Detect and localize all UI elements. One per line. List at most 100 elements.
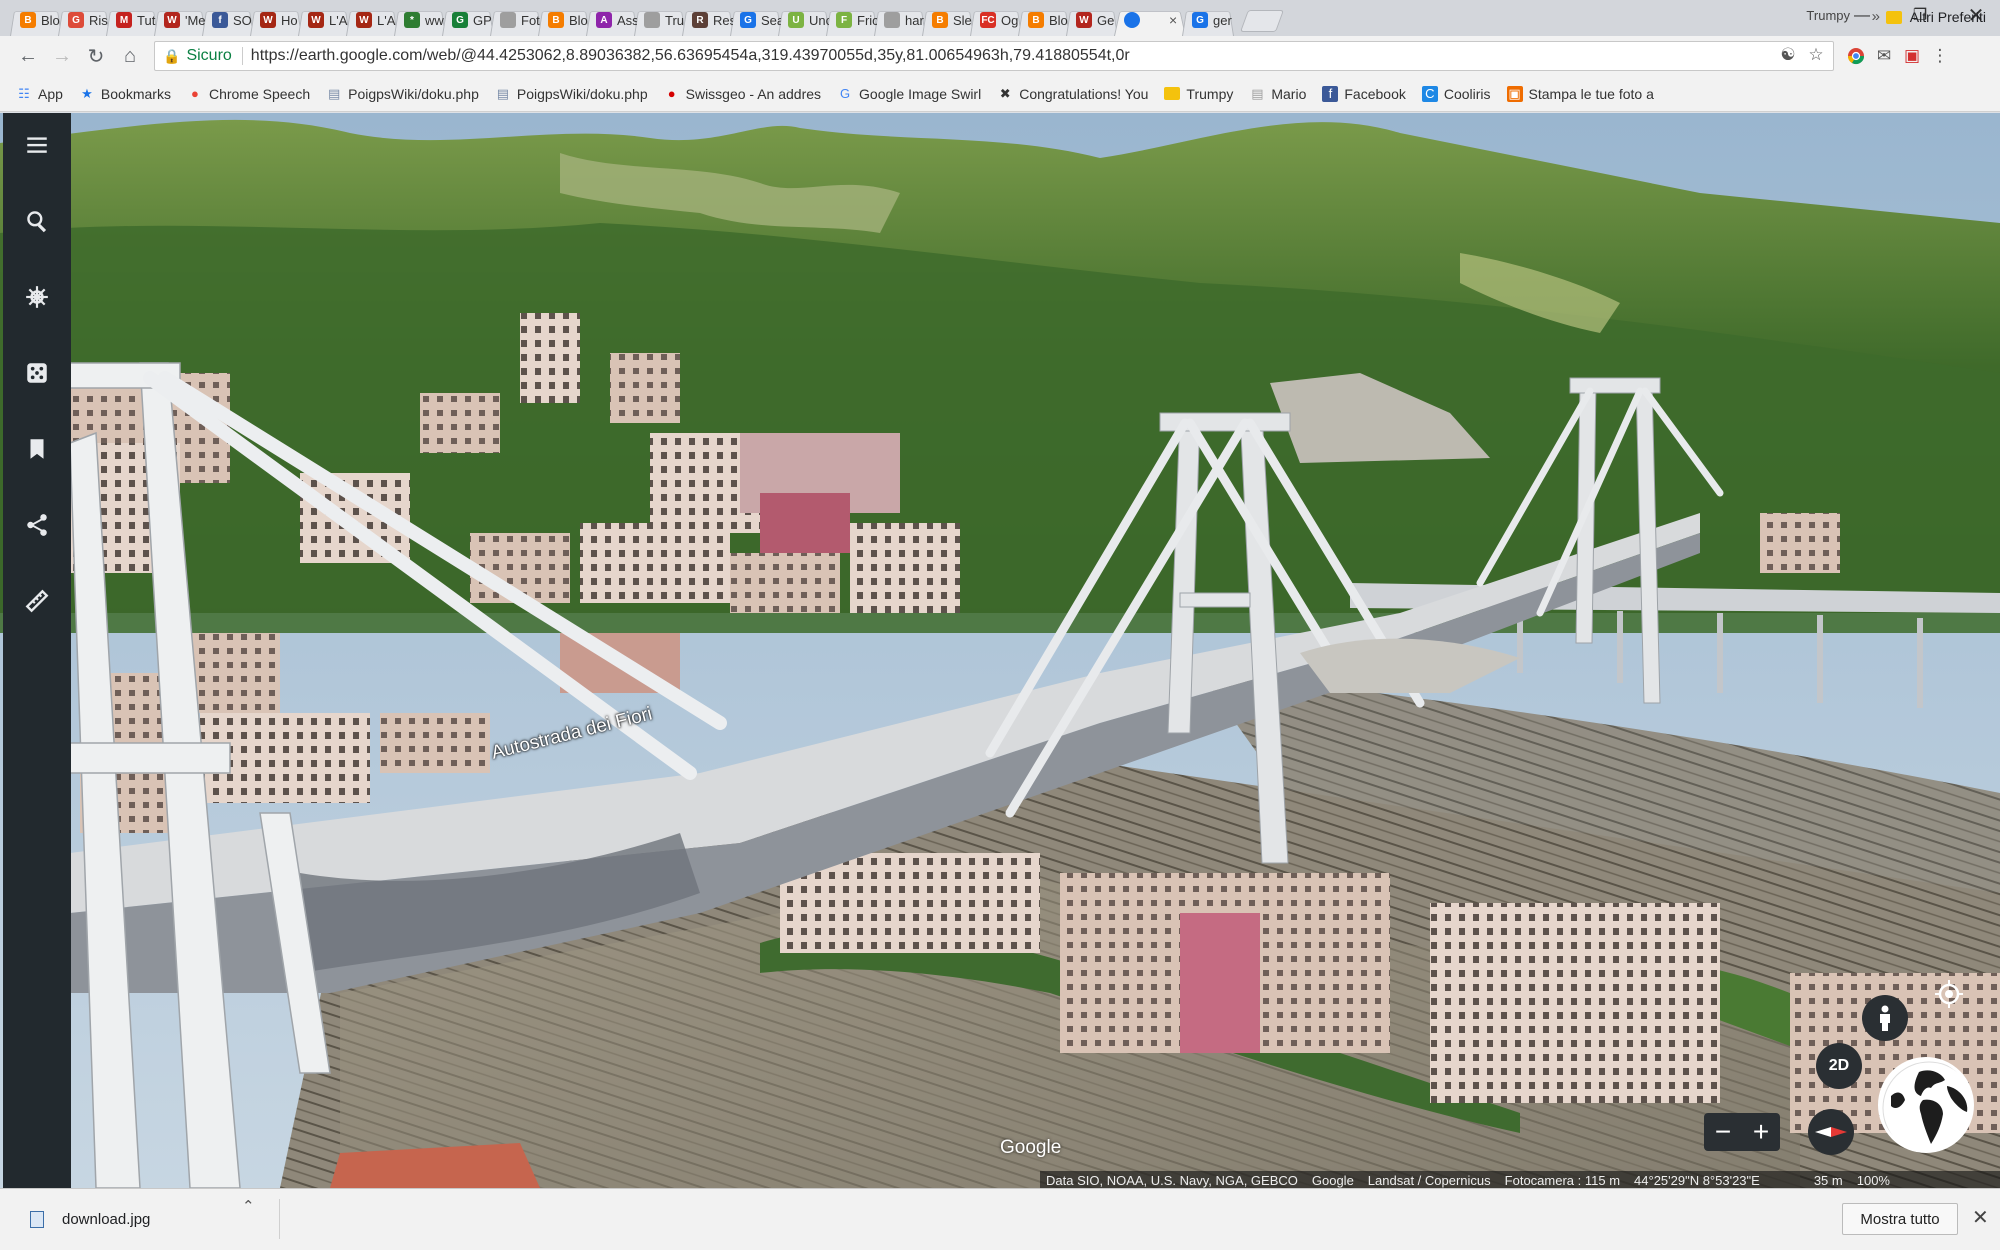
photo-icon: ▣ [1506, 85, 1523, 102]
download-shelf: download.jpg ⌃ Mostra tutto ✕ [0, 1188, 2000, 1250]
tab-title: Blo [1049, 12, 1068, 28]
url-text[interactable]: https://earth.google.com/web/@44.4253062… [251, 47, 1777, 65]
tab-title: Sea [761, 12, 781, 28]
tab-close-icon[interactable]: × [1169, 12, 1177, 28]
feeling-lucky-button[interactable] [3, 345, 71, 401]
bookmark-item[interactable]: ▤ Mario [1249, 86, 1306, 102]
arrow-left-icon: ← [18, 44, 38, 67]
tab[interactable]: F Fric [826, 4, 878, 36]
zoom-out-button[interactable]: − [1715, 1116, 1731, 1148]
extension-pocket-icon[interactable]: ▣ [1898, 42, 1926, 70]
tab[interactable]: W L'A [346, 4, 398, 36]
attribution-bar: Data SIO, NOAA, U.S. Navy, NGA, GEBCO Go… [1040, 1171, 2000, 1188]
home-button[interactable]: ⌂ [114, 40, 146, 72]
tab[interactable]: f SO [202, 4, 254, 36]
close-download-shelf-button[interactable]: ✕ [1972, 1205, 1989, 1230]
pegman-icon [1880, 1005, 1890, 1031]
show-all-downloads-button[interactable]: Mostra tutto [1842, 1203, 1958, 1235]
tab[interactable]: Tru [634, 4, 686, 36]
bookmark-item[interactable]: ☷ App [16, 86, 63, 102]
globe-minimap[interactable] [1878, 1057, 1974, 1153]
bookmark-item[interactable]: ▣ Stampa le tue foto a [1506, 85, 1654, 102]
tab[interactable]: W Ge [1066, 4, 1118, 36]
extension-mail-icon[interactable]: ✉ [1870, 42, 1898, 70]
browser-toolbar: ← → ↻ ⌂ 🔒 Sicuro https://earth.google.co… [0, 36, 2000, 76]
measure-button[interactable] [3, 573, 71, 629]
forward-button[interactable]: → [46, 40, 78, 72]
tab[interactable]: FC Og [970, 4, 1022, 36]
tab-favicon-icon [644, 12, 660, 28]
menu-button[interactable] [3, 117, 71, 173]
tab-title: Blo [41, 12, 60, 28]
tab[interactable]: G Sea [730, 4, 782, 36]
tab[interactable]: M Tut [106, 4, 158, 36]
chrome-menu-icon[interactable]: ⋮ [1926, 42, 1954, 70]
tab[interactable]: W L'A [298, 4, 350, 36]
tab[interactable]: har [874, 4, 926, 36]
bookmark-item[interactable]: ✖ Congratulations! You [997, 85, 1149, 102]
tab[interactable]: G Ris [58, 4, 110, 36]
bookmark-item[interactable]: G Google Image Swirl [837, 86, 981, 102]
bookmark-label: PoigpsWiki/doku.php [348, 85, 479, 102]
zoom-controls: − + [1704, 1113, 1780, 1151]
extension-chrome-icon[interactable] [1842, 42, 1870, 70]
facebook-icon: f [1322, 85, 1339, 102]
tab[interactable]: U Unc [778, 4, 830, 36]
my-location-button[interactable] [1926, 971, 1972, 1017]
cooliris-icon: C [1421, 85, 1438, 102]
bookmark-label: App [38, 85, 63, 102]
tab-title: 'Me [185, 12, 205, 28]
download-item[interactable]: download.jpg [0, 1199, 280, 1239]
bookmark-item[interactable]: Trumpy [1164, 86, 1233, 102]
bookmarks-overflow-icon[interactable]: » [1872, 8, 1880, 25]
zoom-in-button[interactable]: + [1753, 1116, 1769, 1148]
tab[interactable]: G GP [442, 4, 494, 36]
other-bookmarks[interactable]: Altri Preferiti [1885, 9, 1986, 25]
bookmark-label: PoigpsWiki/doku.php [516, 85, 648, 102]
tab[interactable]: * ww [394, 4, 446, 36]
tab[interactable]: W Ho [250, 4, 302, 36]
bookmark-item[interactable]: ▤ PoigpsWiki/doku.php [326, 86, 479, 102]
bookmark-item[interactable]: f Facebook [1322, 85, 1406, 102]
search-button[interactable] [3, 193, 71, 249]
star-icon[interactable]: ☆ [1805, 45, 1827, 67]
voyager-button[interactable] [3, 269, 71, 325]
tab-active[interactable]: × [1114, 4, 1186, 36]
bookmark-item[interactable]: ▤ PoigpsWiki/doku.php [495, 86, 648, 102]
tab[interactable]: B Blo [1018, 4, 1070, 36]
bookmark-item[interactable]: ● Swissgeo - An addres [664, 86, 821, 102]
pegman-button[interactable] [1862, 995, 1908, 1041]
projects-button[interactable] [3, 421, 71, 477]
tab[interactable]: B Blo [538, 4, 590, 36]
arrow-right-icon: → [52, 44, 72, 67]
earth-3d-view[interactable]: Autostrada dei Fiori Google 2D − + Data … [0, 113, 2000, 1188]
bookmark-item[interactable]: ★ Bookmarks [79, 86, 171, 102]
tab[interactable]: B Blo [10, 4, 62, 36]
tab-favicon-icon: G [740, 12, 756, 28]
download-options-chevron-icon[interactable]: ⌃ [242, 1197, 255, 1215]
bridge-scene [0, 113, 2000, 1188]
reload-button[interactable]: ↻ [80, 40, 112, 72]
tab[interactable]: W 'Me [154, 4, 206, 36]
back-button[interactable]: ← [12, 40, 44, 72]
bookmark-item[interactable]: ● Chrome Speech [187, 86, 310, 102]
address-bar[interactable]: 🔒 Sicuro https://earth.google.com/web/@4… [154, 41, 1834, 71]
earth-left-rail [3, 113, 71, 1188]
tab-favicon-icon: F [836, 12, 852, 28]
translate-icon[interactable]: ☯ [1777, 45, 1799, 67]
new-tab-button[interactable] [1239, 10, 1285, 32]
bookmark-label: Mario [1271, 85, 1307, 102]
tab[interactable]: Fot [490, 4, 542, 36]
camera-altitude: Fotocamera : 115 m [1504, 1172, 1621, 1188]
cross-icon: ✖ [999, 85, 1011, 101]
tab-title: Ass [617, 12, 637, 28]
share-button[interactable] [3, 497, 71, 553]
bookmark-item[interactable]: C Cooliris [1421, 85, 1491, 102]
tab[interactable]: Gger [1182, 4, 1234, 36]
compass-button[interactable] [1808, 1109, 1854, 1155]
tab-favicon-icon: R [692, 12, 708, 28]
view-2d-toggle[interactable]: 2D [1816, 1043, 1862, 1089]
tab[interactable]: B Sle [922, 4, 974, 36]
tab[interactable]: R Res [682, 4, 734, 36]
tab[interactable]: A Ass [586, 4, 638, 36]
